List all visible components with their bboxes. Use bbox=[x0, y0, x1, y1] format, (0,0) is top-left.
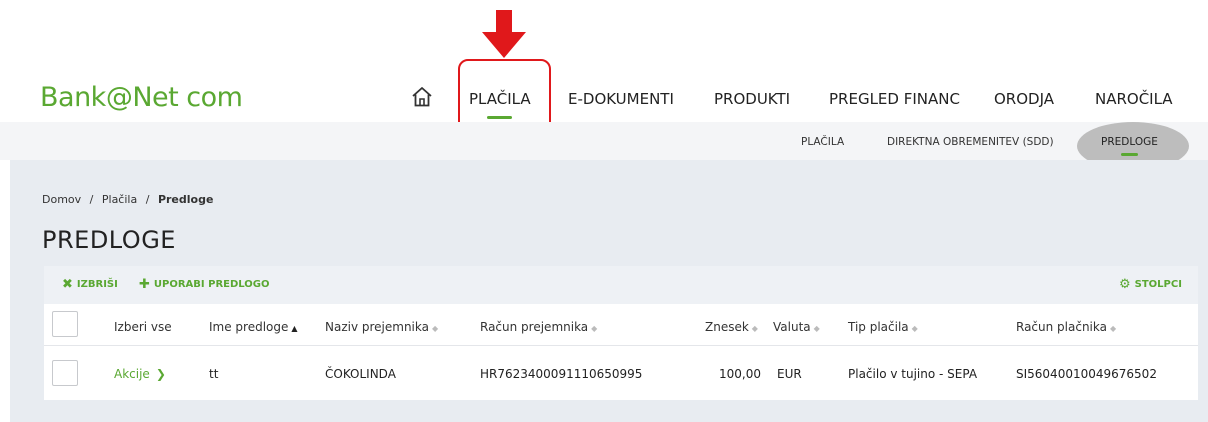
header-select-all[interactable]: Izberi vse bbox=[114, 320, 172, 334]
breadcrumb-current: Predloge bbox=[157, 193, 214, 206]
row-actions-link[interactable]: Akcije ❯ bbox=[114, 367, 166, 381]
columns-button[interactable]: ⚙ STOLPCI bbox=[1119, 276, 1182, 292]
breadcrumb-separator: / bbox=[89, 193, 94, 206]
breadcrumb-separator: / bbox=[145, 193, 150, 206]
sort-icon: ◆ bbox=[813, 324, 820, 333]
delete-button-label: IZBRIŠI bbox=[76, 279, 118, 290]
gear-icon: ⚙ bbox=[1119, 276, 1131, 292]
cell-recipient-account: HR7623400091110650995 bbox=[480, 367, 643, 381]
sub-nav-item-direktna-obremenitev[interactable]: DIREKTNA OBREMENITEV (SDD) bbox=[887, 136, 1054, 148]
nav-item-produkti[interactable]: PRODUKTI bbox=[714, 90, 790, 108]
main-content: Domov / Plačila / Predloge PREDLOGE ✖ IZ… bbox=[10, 160, 1208, 422]
table-row[interactable]: Akcije ❯ tt ČOKOLINDA HR76234000911106509… bbox=[44, 346, 1198, 400]
cell-recipient-name: ČOKOLINDA bbox=[325, 367, 396, 381]
nav-item-pregled-financ[interactable]: PREGLED FINANC bbox=[829, 90, 960, 108]
page-title: PREDLOGE bbox=[42, 226, 176, 254]
select-all-checkbox[interactable] bbox=[52, 311, 78, 337]
sort-icon: ◆ bbox=[591, 324, 598, 333]
delete-button[interactable]: ✖ IZBRIŠI bbox=[62, 276, 118, 292]
breadcrumb: Domov / Plačila / Predloge bbox=[42, 193, 213, 206]
top-header: Bank@Net com PLAČILA E-DOKUMENTI PRODUKT… bbox=[0, 58, 1208, 122]
chevron-right-icon: ❯ bbox=[155, 367, 166, 381]
table-header: Izberi vse Ime predloge ▲ Naziv prejemnik… bbox=[44, 304, 1198, 346]
sort-icon: ◆ bbox=[432, 324, 439, 333]
sub-nav: PLAČILA DIREKTNA OBREMENITEV (SDD) PREDL… bbox=[0, 122, 1208, 170]
cell-payer-account: SI56040010049676502 bbox=[1016, 367, 1157, 381]
sort-icon: ◆ bbox=[911, 324, 918, 333]
main-nav: PLAČILA E-DOKUMENTI PRODUKTI PREGLED FIN… bbox=[0, 58, 1208, 122]
sub-nav-item-placila[interactable]: PLAČILA bbox=[801, 136, 844, 148]
cell-currency: EUR bbox=[777, 367, 802, 381]
header-currency[interactable]: Valuta ◆ bbox=[773, 320, 820, 334]
templates-panel: ✖ IZBRIŠI ✚ UPORABI PREDLOGO ⚙ STOLPCI I… bbox=[44, 266, 1198, 400]
header-payment-type[interactable]: Tip plačila ◆ bbox=[848, 320, 918, 334]
cell-payment-type: Plačilo v tujino - SEPA bbox=[848, 367, 978, 381]
cell-template-name: tt bbox=[209, 367, 219, 381]
close-icon: ✖ bbox=[62, 276, 73, 292]
header-currency-label: Valuta bbox=[773, 320, 811, 334]
nav-item-narocila[interactable]: NAROČILA bbox=[1095, 90, 1173, 108]
use-template-button[interactable]: ✚ UPORABI PREDLOGO bbox=[139, 276, 270, 292]
row-checkbox[interactable] bbox=[52, 360, 78, 386]
use-template-button-label: UPORABI PREDLOGO bbox=[153, 279, 270, 290]
columns-button-label: STOLPCI bbox=[1134, 279, 1182, 290]
breadcrumb-section[interactable]: Plačila bbox=[102, 193, 137, 206]
header-recipient-account-label: Račun prejemnika bbox=[480, 320, 589, 334]
home-icon[interactable] bbox=[410, 85, 434, 109]
sub-nav-item-predloge[interactable]: PREDLOGE bbox=[1101, 136, 1158, 156]
plus-icon: ✚ bbox=[139, 276, 150, 292]
header-amount[interactable]: Znesek ◆ bbox=[705, 320, 758, 334]
nav-item-e-dokumenti[interactable]: E-DOKUMENTI bbox=[568, 90, 674, 108]
table-toolbar: ✖ IZBRIŠI ✚ UPORABI PREDLOGO ⚙ STOLPCI bbox=[44, 266, 1198, 304]
sort-icon: ◆ bbox=[1109, 324, 1117, 333]
row-actions-label: Akcije bbox=[114, 367, 150, 381]
header-payer-account-label: Račun plačnika bbox=[1016, 320, 1107, 334]
header-payer-account[interactable]: Račun plačnika ◆ bbox=[1016, 320, 1116, 334]
header-template-name[interactable]: Ime predloge ▲ bbox=[209, 320, 298, 334]
nav-item-orodja[interactable]: ORODJA bbox=[994, 90, 1054, 108]
header-template-name-label: Ime predloge bbox=[209, 320, 289, 334]
sort-icon: ◆ bbox=[751, 324, 758, 333]
breadcrumb-home[interactable]: Domov bbox=[42, 193, 81, 206]
header-recipient-name[interactable]: Naziv prejemnika ◆ bbox=[325, 320, 438, 334]
header-recipient-name-label: Naziv prejemnika bbox=[325, 320, 429, 334]
cell-amount: 100,00 bbox=[719, 367, 761, 381]
header-payment-type-label: Tip plačila bbox=[848, 320, 909, 334]
header-amount-label: Znesek bbox=[705, 320, 749, 334]
header-recipient-account[interactable]: Račun prejemnika ◆ bbox=[480, 320, 597, 334]
annotation-arrow-icon bbox=[482, 10, 526, 58]
sort-icon: ▲ bbox=[291, 324, 298, 333]
